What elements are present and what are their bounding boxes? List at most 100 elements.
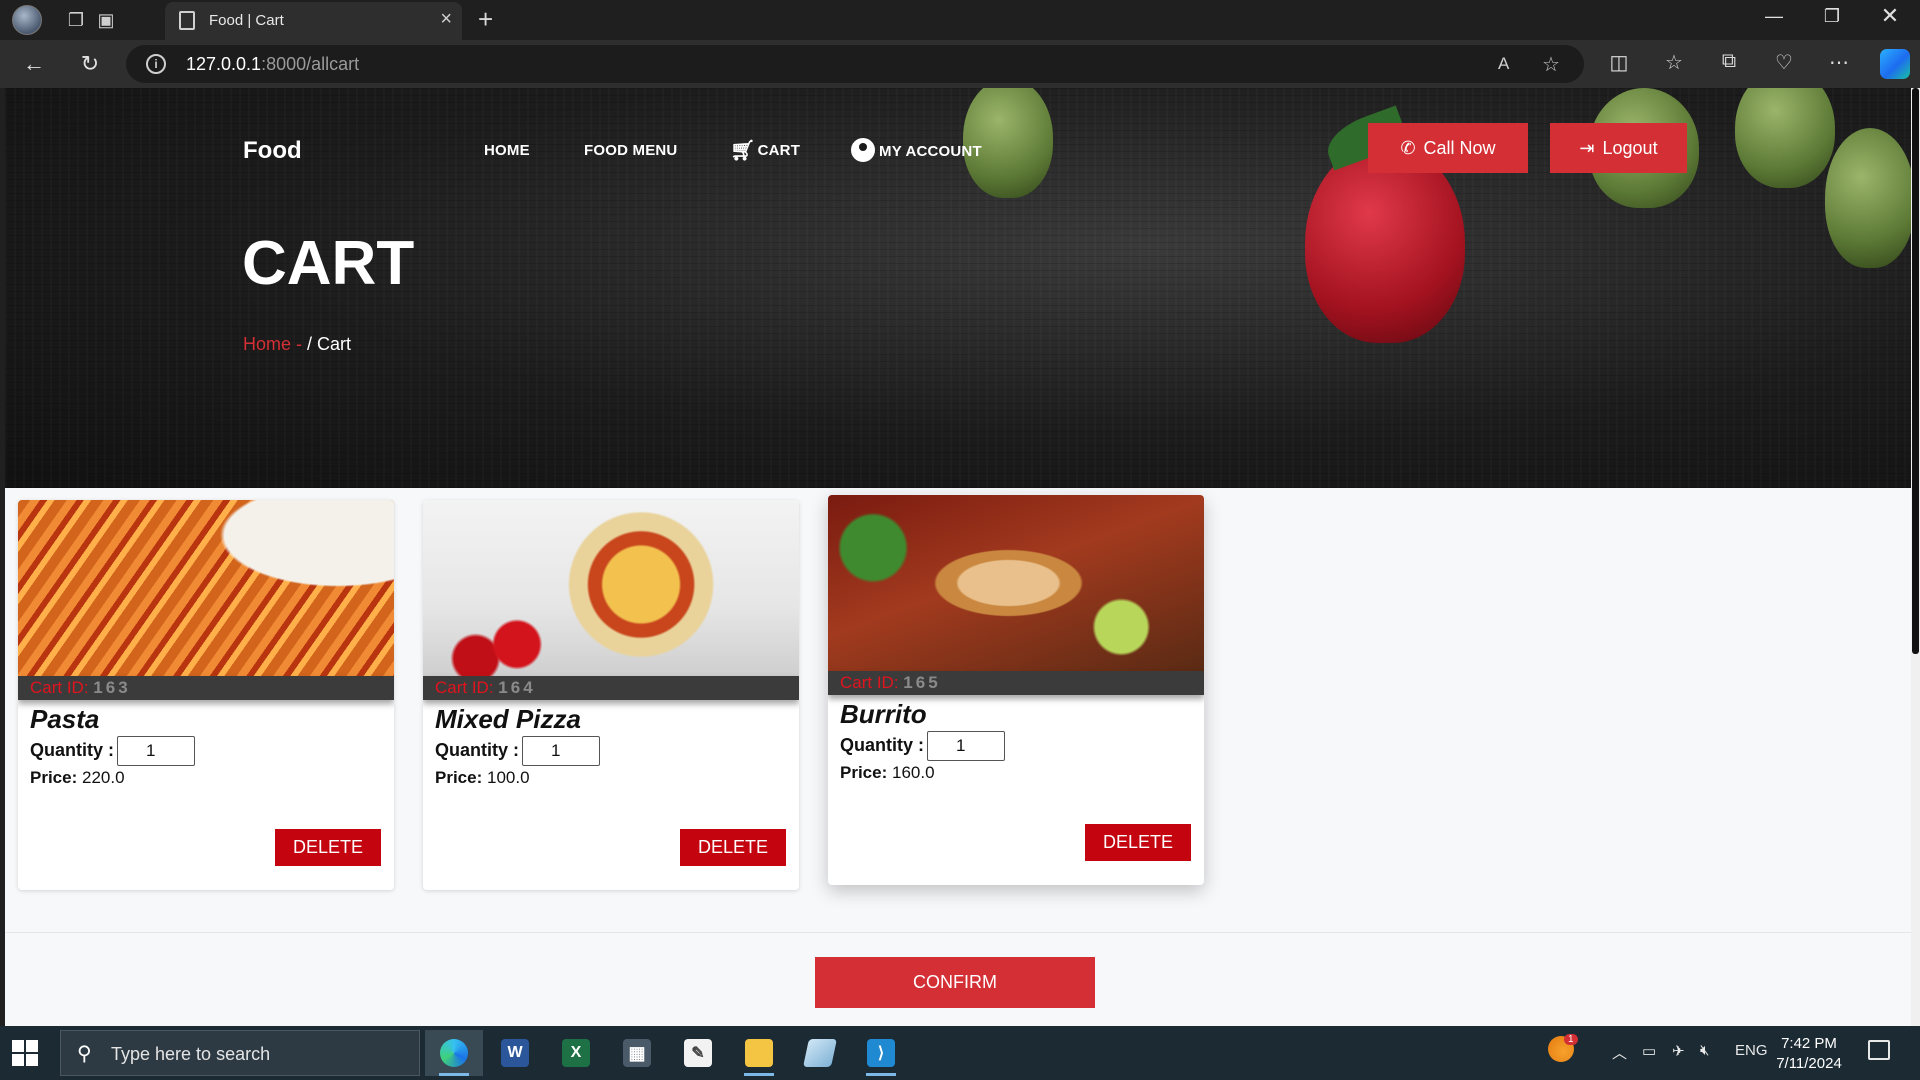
nav-my-account[interactable]: MY ACCOUNT: [851, 138, 982, 162]
breadcrumb-home-link[interactable]: Home -: [243, 334, 307, 354]
workspaces-icon[interactable]: ❐: [62, 6, 90, 34]
read-aloud-icon[interactable]: A: [1498, 54, 1509, 74]
quantity-input[interactable]: [522, 736, 600, 766]
logout-label: Logout: [1602, 137, 1658, 158]
nav-food-menu[interactable]: FOOD MENU: [584, 142, 677, 159]
taskbar-vscode[interactable]: ⟩: [852, 1030, 910, 1076]
taskbar-app[interactable]: [791, 1030, 849, 1076]
favorite-star-icon[interactable]: ☆: [1542, 52, 1560, 77]
taskbar: ⚲ Type here to search W X ▦ ✎ ⟩ 1 ︿ ▭ ✈ …: [0, 1026, 1920, 1080]
taskbar-file-explorer[interactable]: [730, 1030, 788, 1076]
calculator-icon: ▦: [623, 1039, 651, 1067]
notifications-icon[interactable]: [1868, 1040, 1890, 1060]
cart-icon: 🛒︎: [730, 140, 756, 162]
pizza-photo: [423, 500, 799, 676]
price-value: 160.0: [891, 763, 935, 782]
clock[interactable]: 7:42 PM 7/11/2024: [1754, 1034, 1864, 1074]
cart-item-card: Cart ID: 164 Mixed Pizza Quantity : Pric…: [423, 500, 799, 890]
airplane-mode-icon[interactable]: ✈: [1672, 1042, 1685, 1060]
favorites-icon[interactable]: ☆: [1659, 50, 1689, 75]
back-icon[interactable]: ←: [18, 48, 50, 80]
windows-start-icon[interactable]: [12, 1040, 38, 1066]
breadcrumb-current: / Cart: [307, 334, 352, 354]
nav-cart-label: CART: [757, 142, 801, 159]
minimize-icon[interactable]: —: [1754, 6, 1794, 27]
quantity-label: Quantity :: [435, 740, 519, 760]
clock-date: 7/11/2024: [1776, 1055, 1842, 1072]
cart-id-bar: Cart ID: 165: [828, 671, 1204, 695]
weather-badge: 1: [1564, 1034, 1578, 1045]
account-icon: [851, 138, 875, 162]
confirm-button[interactable]: CONFIRM: [815, 957, 1095, 1008]
more-menu-icon[interactable]: ⋯: [1824, 50, 1854, 75]
browser-toolbar: ← ↻ i 127.0.0.1:8000/allcart A ☆ ◫ ☆ ⧉ ♡…: [0, 40, 1920, 88]
page-viewport: Food HOME FOOD MENU 🛒︎ CART MY ACCOUNT ✆ C…: [5, 88, 1911, 1026]
price-text: Price: 160.0: [840, 763, 935, 782]
nav-cart[interactable]: 🛒︎ CART: [730, 138, 800, 163]
taskbar-search[interactable]: ⚲ Type here to search: [60, 1030, 420, 1076]
whiteboard-icon: ✎: [684, 1039, 712, 1067]
nav-home[interactable]: HOME: [484, 142, 530, 159]
item-name: Pasta: [30, 704, 100, 734]
cart-id-bar: Cart ID: 163: [18, 676, 394, 700]
item-name: Burrito: [840, 699, 927, 729]
tab-title: Food | Cart: [209, 12, 284, 29]
taskbar-edge[interactable]: [425, 1030, 483, 1076]
app-icon: [803, 1039, 837, 1067]
new-tab-icon[interactable]: +: [478, 4, 493, 35]
collections-icon[interactable]: ⧉: [1714, 50, 1744, 73]
split-screen-icon[interactable]: ◫: [1604, 50, 1634, 75]
quantity-input[interactable]: [927, 731, 1005, 761]
nav-account-label: MY ACCOUNT: [879, 143, 982, 160]
logout-icon: ⇥: [1579, 137, 1595, 158]
vscode-icon: ⟩: [867, 1039, 895, 1067]
volume-muted-icon[interactable]: 🔇︎: [1700, 1042, 1709, 1059]
edge-icon: [440, 1039, 468, 1067]
search-icon: ⚲: [77, 1043, 92, 1065]
address-bar[interactable]: i 127.0.0.1:8000/allcart A ☆: [126, 45, 1584, 83]
logout-button[interactable]: ⇥ Logout: [1550, 123, 1687, 173]
battery-icon[interactable]: ▭: [1642, 1042, 1656, 1060]
taskbar-calculator[interactable]: ▦: [608, 1030, 666, 1076]
vertical-tabs-icon[interactable]: ▣: [92, 6, 120, 34]
burrito-photo: [828, 495, 1204, 671]
weather-icon[interactable]: 1: [1548, 1034, 1578, 1066]
folder-icon: [745, 1039, 773, 1067]
close-tab-icon[interactable]: ×: [440, 8, 452, 31]
price-text: Price: 100.0: [435, 768, 530, 787]
delete-button[interactable]: DELETE: [275, 829, 381, 866]
hero-banner: Food HOME FOOD MENU 🛒︎ CART MY ACCOUNT ✆ C…: [5, 88, 1911, 488]
taskbar-word[interactable]: W: [486, 1030, 544, 1076]
chevron-up-icon[interactable]: ︿: [1612, 1042, 1627, 1063]
page-title: CART: [242, 229, 415, 298]
copilot-icon[interactable]: [1880, 49, 1910, 79]
browser-essentials-icon[interactable]: ♡: [1769, 50, 1799, 75]
price-text: Price: 220.0: [30, 768, 125, 787]
word-icon: W: [501, 1039, 529, 1067]
scrollbar-thumb[interactable]: [1912, 88, 1919, 654]
call-now-button[interactable]: ✆ Call Now: [1368, 123, 1528, 173]
breadcrumb: Home - / Cart: [243, 334, 351, 355]
profile-avatar[interactable]: [12, 5, 42, 35]
quantity-input[interactable]: [117, 736, 195, 766]
strawberry-image: [1735, 88, 1835, 188]
pasta-photo: [18, 500, 394, 676]
cart-item-card: Cart ID: 163 Pasta Quantity : Price: 220…: [18, 500, 394, 890]
delete-button[interactable]: DELETE: [680, 829, 786, 866]
active-indicator: [439, 1073, 469, 1076]
brand-logo[interactable]: Food: [243, 137, 302, 165]
taskbar-excel[interactable]: X: [547, 1030, 605, 1076]
browser-tab[interactable]: Food | Cart ×: [165, 2, 462, 40]
page-icon: [179, 11, 195, 30]
refresh-icon[interactable]: ↻: [74, 48, 106, 80]
site-info-icon[interactable]: i: [146, 54, 166, 74]
url-text[interactable]: 127.0.0.1:8000/allcart: [186, 54, 359, 75]
strawberry-image: [1305, 143, 1465, 343]
taskbar-whiteboard[interactable]: ✎: [669, 1030, 727, 1076]
close-window-icon[interactable]: ✕: [1870, 3, 1910, 29]
strawberry-image: [1825, 128, 1911, 268]
delete-button[interactable]: DELETE: [1085, 824, 1191, 861]
price-value: 220.0: [81, 768, 125, 787]
restore-icon[interactable]: ❐: [1812, 6, 1852, 27]
quantity-label: Quantity :: [840, 735, 924, 755]
